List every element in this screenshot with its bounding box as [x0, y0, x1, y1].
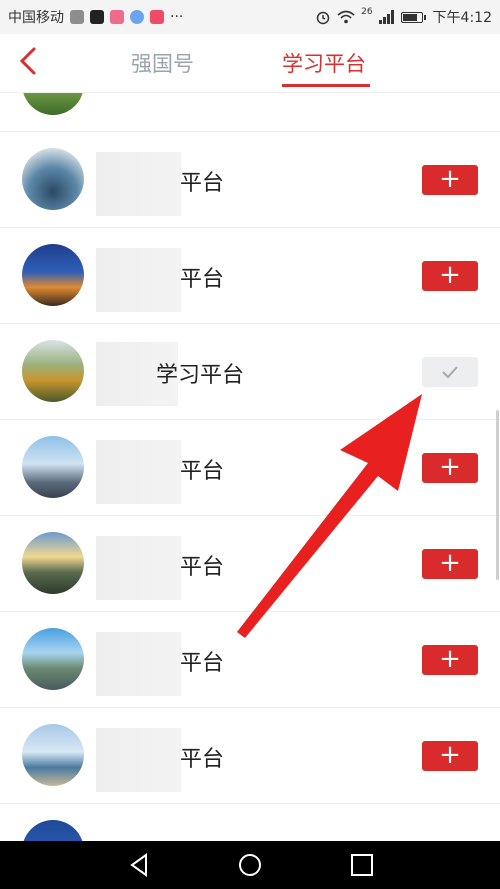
list-item[interactable]: 平台 +	[0, 420, 500, 516]
add-button[interactable]: +	[422, 741, 478, 771]
platform-name: 平台	[180, 555, 225, 580]
avatar	[22, 724, 84, 786]
platform-list: 平台 + 平台 + 学习平台 平台 + 平台 + 平台 + 平台 +	[0, 93, 500, 841]
list-item[interactable]: 平台 +	[0, 612, 500, 708]
avatar	[22, 436, 84, 498]
recents-icon[interactable]	[348, 851, 376, 879]
platform-name: 平台	[180, 459, 225, 484]
status-bar: 中国移动 ··· 26 下午4:12	[0, 0, 500, 34]
platform-name: 平台	[180, 747, 225, 772]
app-notification-icon	[70, 10, 84, 24]
avatar	[22, 340, 84, 402]
signal-icon	[378, 10, 394, 24]
avatar	[22, 244, 84, 306]
tab-study-platform[interactable]: 学习平台	[282, 48, 366, 78]
chat-icon	[130, 10, 144, 24]
list-item[interactable]: 平台 +	[0, 132, 500, 228]
network-type: 26	[361, 7, 373, 17]
avatar	[22, 532, 84, 594]
platform-name: 平台	[180, 267, 225, 292]
check-icon	[442, 366, 458, 379]
list-item[interactable]: 平台 +	[0, 516, 500, 612]
home-icon[interactable]	[236, 851, 264, 879]
more-notifications: ···	[170, 9, 184, 25]
avatar	[22, 820, 84, 841]
tab-qiangguo[interactable]: 强国号	[131, 48, 194, 78]
subscribed-button[interactable]	[422, 357, 478, 387]
avatar	[22, 628, 84, 690]
blurred-name-prefix	[96, 248, 181, 312]
wifi-icon	[337, 10, 355, 24]
list-item[interactable]	[0, 804, 500, 841]
scrollbar[interactable]	[496, 410, 499, 580]
back-chevron-icon[interactable]	[14, 46, 44, 76]
system-nav-bar	[0, 841, 500, 889]
list-item[interactable]	[0, 93, 500, 132]
add-button[interactable]: +	[422, 453, 478, 483]
battery-icon	[400, 11, 426, 23]
tiktok-icon	[90, 10, 104, 24]
blurred-name-prefix	[96, 632, 181, 696]
blurred-name-prefix	[96, 440, 181, 504]
avatar	[22, 148, 84, 210]
blurred-name-prefix	[96, 152, 181, 216]
platform-name: 学习平台	[156, 363, 245, 388]
add-button[interactable]: +	[422, 549, 478, 579]
carrier-label: 中国移动	[8, 10, 64, 26]
add-button[interactable]: +	[422, 645, 478, 675]
blurred-name-prefix	[96, 536, 181, 600]
clock: 下午4:12	[432, 10, 492, 26]
platform-name: 平台	[180, 171, 225, 196]
avatar	[22, 93, 84, 115]
back-icon[interactable]	[126, 851, 154, 879]
list-item[interactable]: 平台 +	[0, 228, 500, 324]
app-notification-icon	[110, 10, 124, 24]
active-tab-indicator	[282, 84, 370, 87]
list-item[interactable]: 平台 +	[0, 708, 500, 804]
blurred-name-prefix	[96, 728, 181, 792]
alarm-icon	[316, 11, 330, 25]
add-button[interactable]: +	[422, 261, 478, 291]
header: 强国号 学习平台	[0, 34, 500, 93]
video-icon	[150, 10, 164, 24]
platform-name: 平台	[180, 651, 225, 676]
add-button[interactable]: +	[422, 165, 478, 195]
list-item[interactable]: 学习平台	[0, 324, 500, 420]
